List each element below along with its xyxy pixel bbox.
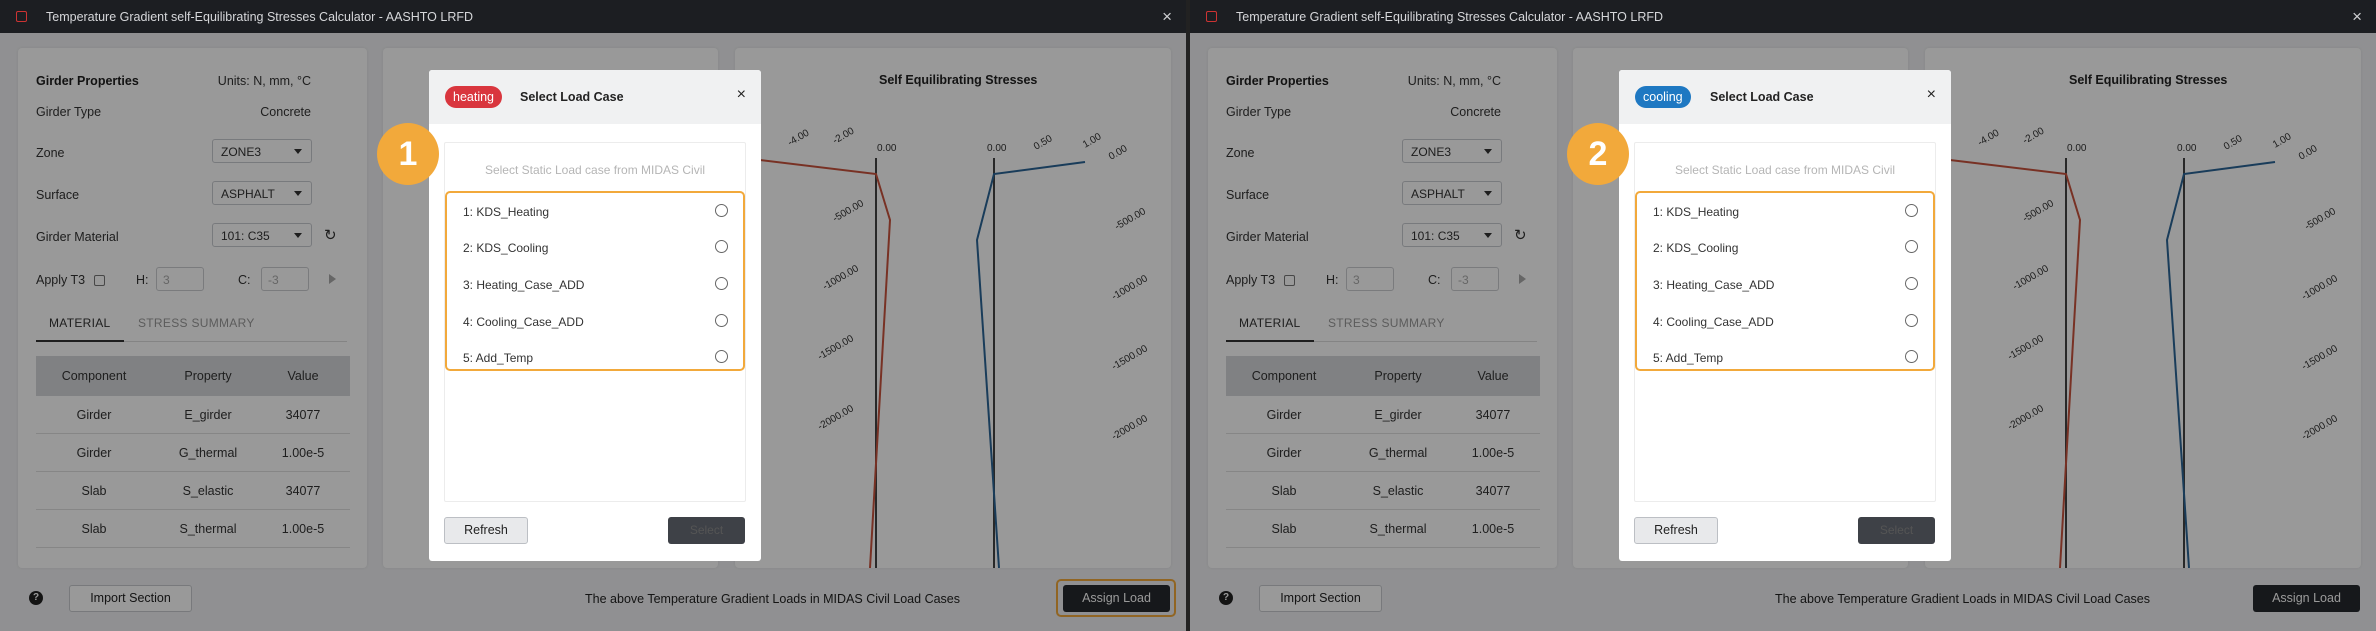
select-button[interactable]: Select	[1858, 517, 1935, 544]
radio-button[interactable]	[715, 350, 728, 363]
step-badge: 2	[1567, 123, 1629, 185]
dialog-title: Select Load Case	[1710, 90, 1814, 104]
list-item[interactable]: 4: Cooling_Case_ADD	[463, 315, 584, 329]
list-item[interactable]: 3: Heating_Case_ADD	[1653, 278, 1774, 292]
load-case-list: 1: KDS_Heating 2: KDS_Cooling 3: Heating…	[445, 191, 745, 371]
select-load-case-dialog: heating Select Load Case × Select Static…	[429, 70, 761, 561]
radio-button[interactable]	[715, 277, 728, 290]
load-type-badge: cooling	[1635, 86, 1691, 108]
dialog-body: Select Static Load case from MIDAS Civil…	[444, 142, 746, 502]
list-item[interactable]: 2: KDS_Cooling	[1653, 241, 1738, 255]
title-bar: Temperature Gradient self-Equilibrating …	[0, 0, 1186, 33]
radio-button[interactable]	[1905, 204, 1918, 217]
radio-button[interactable]	[715, 240, 728, 253]
window-close-icon[interactable]: ×	[2352, 7, 2362, 27]
title-bar: Temperature Gradient self-Equilibrating …	[1190, 0, 2376, 33]
step-badge: 1	[377, 123, 439, 185]
radio-button[interactable]	[1905, 240, 1918, 253]
app-icon	[1206, 11, 1217, 22]
refresh-button[interactable]: Refresh	[1634, 517, 1718, 544]
dialog-hint: Select Static Load case from MIDAS Civil	[1674, 163, 1896, 177]
list-item[interactable]: 3: Heating_Case_ADD	[463, 278, 584, 292]
dialog-header: heating Select Load Case ×	[429, 70, 761, 124]
list-item[interactable]: 1: KDS_Heating	[463, 205, 549, 219]
app-window-step-2: Temperature Gradient self-Equilibrating …	[1190, 0, 2376, 631]
load-case-list: 1: KDS_Heating 2: KDS_Cooling 3: Heating…	[1635, 191, 1935, 371]
radio-button[interactable]	[1905, 314, 1918, 327]
radio-button[interactable]	[715, 314, 728, 327]
dialog-title: Select Load Case	[520, 90, 624, 104]
list-item[interactable]: 4: Cooling_Case_ADD	[1653, 315, 1774, 329]
close-icon[interactable]: ×	[1927, 86, 1936, 104]
list-item[interactable]: 2: KDS_Cooling	[463, 241, 548, 255]
close-icon[interactable]: ×	[737, 86, 746, 104]
load-type-badge: heating	[445, 86, 503, 108]
dialog-header: cooling Select Load Case ×	[1619, 70, 1951, 124]
list-item[interactable]: 5: Add_Temp	[1653, 351, 1723, 365]
radio-button[interactable]	[1905, 277, 1918, 290]
window-title: Temperature Gradient self-Equilibrating …	[1236, 10, 1664, 24]
app-icon	[16, 11, 27, 22]
radio-button[interactable]	[715, 204, 728, 217]
window-title: Temperature Gradient self-Equilibrating …	[46, 10, 474, 24]
window-close-icon[interactable]: ×	[1162, 7, 1172, 27]
radio-button[interactable]	[1905, 350, 1918, 363]
dialog-body: Select Static Load case from MIDAS Civil…	[1634, 142, 1936, 502]
list-item[interactable]: 5: Add_Temp	[463, 351, 533, 365]
dialog-hint: Select Static Load case from MIDAS Civil	[484, 163, 706, 177]
app-window-step-1: Temperature Gradient self-Equilibrating …	[0, 0, 1186, 631]
select-load-case-dialog: cooling Select Load Case × Select Static…	[1619, 70, 1951, 561]
list-item[interactable]: 1: KDS_Heating	[1653, 205, 1739, 219]
select-button[interactable]: Select	[668, 517, 745, 544]
refresh-button[interactable]: Refresh	[444, 517, 528, 544]
